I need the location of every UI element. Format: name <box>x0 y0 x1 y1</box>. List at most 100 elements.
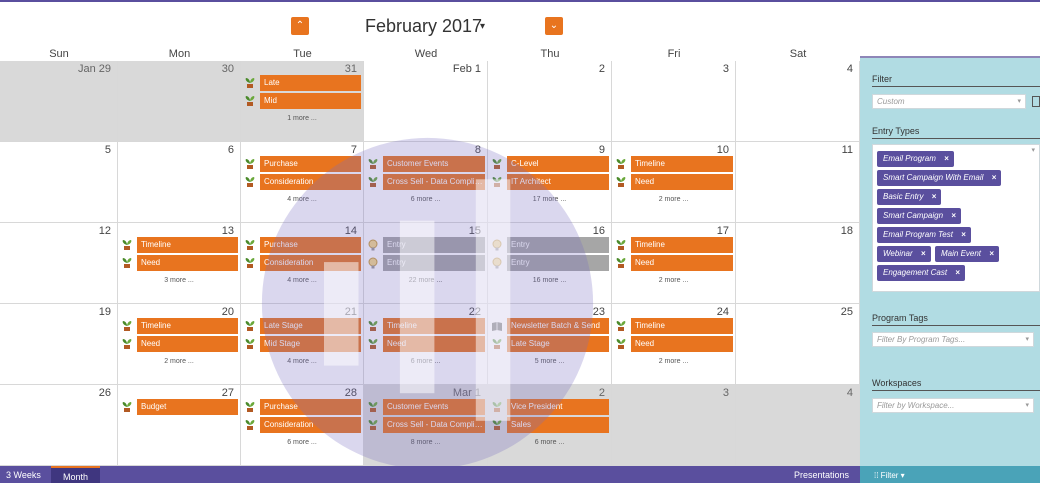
calendar-entry[interactable]: Need <box>366 336 485 352</box>
calendar-entry-label[interactable]: Timeline <box>631 156 733 172</box>
day-cell[interactable]: 26 <box>0 385 118 466</box>
remove-tag-icon[interactable]: × <box>944 151 949 167</box>
calendar-entry[interactable]: Timeline <box>366 318 485 334</box>
calendar-entry[interactable]: C-Level <box>490 156 609 172</box>
remove-tag-icon[interactable]: × <box>992 170 997 186</box>
more-entries-link[interactable]: 1 more ... <box>241 115 363 122</box>
remove-tag-icon[interactable]: × <box>989 246 994 262</box>
day-cell[interactable]: 17 Timeline Need 2 more ... <box>612 223 736 304</box>
day-cell[interactable]: 12 <box>0 223 118 304</box>
save-filter-icon[interactable] <box>1032 96 1040 107</box>
day-cell[interactable]: 8 Customer Events Cross Sell - Data Compli… <box>364 142 488 223</box>
filter-select[interactable]: Custom ▾ <box>872 94 1026 109</box>
panel-footer-filter-button[interactable]: ⁞⁞ Filter ▾ <box>874 471 905 480</box>
calendar-entry[interactable]: Budget <box>120 399 238 415</box>
calendar-entry[interactable]: Late Stage <box>490 336 609 352</box>
day-cell[interactable]: Feb 1 <box>364 61 488 142</box>
calendar-entry[interactable]: Timeline <box>120 318 238 334</box>
calendar-entry[interactable]: Need <box>614 255 733 271</box>
day-cell[interactable]: 6 <box>118 142 241 223</box>
calendar-entry[interactable]: Need <box>614 174 733 190</box>
more-entries-link[interactable]: 6 more ... <box>364 196 487 203</box>
remove-tag-icon[interactable]: × <box>932 189 937 205</box>
calendar-entry-label[interactable]: Need <box>383 336 485 352</box>
calendar-entry[interactable]: Timeline <box>614 237 733 253</box>
calendar-entry[interactable]: Sales <box>490 417 609 433</box>
day-cell[interactable]: 2 Vice President Sales 6 more ... <box>488 385 612 466</box>
calendar-entry[interactable]: Consideration <box>243 417 361 433</box>
calendar-entry[interactable]: Newsletter Batch & Send <box>490 318 609 334</box>
calendar-entry-label[interactable]: Need <box>631 255 733 271</box>
calendar-entry-label[interactable]: Consideration <box>260 174 361 190</box>
day-cell[interactable]: 19 <box>0 304 118 385</box>
prev-month-button[interactable]: ⌃ <box>291 17 309 35</box>
more-entries-link[interactable]: 22 more ... <box>364 277 487 284</box>
day-cell[interactable]: 31 Late Mid 1 more ... <box>241 61 364 142</box>
more-entries-link[interactable]: 4 more ... <box>241 277 363 284</box>
more-entries-link[interactable]: 2 more ... <box>612 196 735 203</box>
more-entries-link[interactable]: 3 more ... <box>118 277 240 284</box>
day-cell[interactable]: 3 <box>612 61 736 142</box>
calendar-entry-label[interactable]: Need <box>631 336 733 352</box>
calendar-entry-label[interactable]: Timeline <box>383 318 485 334</box>
calendar-entry[interactable]: Mid Stage <box>243 336 361 352</box>
calendar-entry[interactable]: Purchase <box>243 156 361 172</box>
calendar-entry-label[interactable]: Timeline <box>631 237 733 253</box>
calendar-entry-label[interactable]: Timeline <box>137 318 238 334</box>
calendar-entry-label[interactable]: Purchase <box>260 237 361 253</box>
more-entries-link[interactable]: 6 more ... <box>488 439 611 446</box>
calendar-entry[interactable]: Need <box>120 336 238 352</box>
calendar-entry[interactable]: Purchase <box>243 399 361 415</box>
more-entries-link[interactable]: 8 more ... <box>364 439 487 446</box>
calendar-entry-label[interactable]: C-Level <box>507 156 609 172</box>
day-cell[interactable]: 2 <box>488 61 612 142</box>
day-cell[interactable]: 14 Purchase Consideration 4 more ... <box>241 223 364 304</box>
day-cell[interactable]: 24 Timeline Need 2 more ... <box>612 304 736 385</box>
calendar-entry-label[interactable]: Late <box>260 75 361 91</box>
entry-types-multiselect[interactable]: ▾ Email Program × Smart Campaign With Emai… <box>872 144 1040 292</box>
more-entries-link[interactable]: 4 more ... <box>241 358 363 365</box>
day-cell[interactable]: 30 <box>118 61 241 142</box>
calendar-entry[interactable]: Customer Events <box>366 156 485 172</box>
calendar-entry-label[interactable]: Sales <box>507 417 609 433</box>
day-cell[interactable]: 20 Timeline Need 2 more ... <box>118 304 241 385</box>
more-entries-link[interactable]: 2 more ... <box>612 358 735 365</box>
remove-tag-icon[interactable]: × <box>961 227 966 243</box>
day-cell[interactable]: 25 <box>736 304 860 385</box>
calendar-entry-label[interactable]: Mid Stage <box>260 336 361 352</box>
day-cell[interactable]: 7 Purchase Consideration 4 more ... <box>241 142 364 223</box>
calendar-entry-label[interactable]: Timeline <box>137 237 238 253</box>
calendar-entry-label[interactable]: Entry <box>383 237 485 253</box>
remove-tag-icon[interactable]: × <box>951 208 956 224</box>
calendar-entry[interactable]: Entry <box>366 237 485 253</box>
calendar-entry-label[interactable]: Need <box>137 255 238 271</box>
more-entries-link[interactable]: 6 more ... <box>241 439 363 446</box>
remove-tag-icon[interactable]: × <box>955 265 960 281</box>
day-cell[interactable]: 22 Timeline Need 6 more ... <box>364 304 488 385</box>
calendar-entry[interactable]: Consideration <box>243 174 361 190</box>
day-cell[interactable]: 4 <box>736 385 860 466</box>
calendar-entry-label[interactable]: IT Architect <box>507 174 609 190</box>
more-entries-link[interactable]: 17 more ... <box>488 196 611 203</box>
presentations-button[interactable]: Presentations <box>794 470 849 480</box>
day-cell[interactable]: 28 Purchase Consideration 6 more ... <box>241 385 364 466</box>
day-cell[interactable]: 3 <box>612 385 736 466</box>
calendar-entry-label[interactable]: Mid <box>260 93 361 109</box>
calendar-entry[interactable]: Late <box>243 75 361 91</box>
calendar-entry[interactable]: Consideration <box>243 255 361 271</box>
calendar-entry[interactable]: Entry <box>490 255 609 271</box>
calendar-entry-label[interactable]: Purchase <box>260 399 361 415</box>
calendar-entry[interactable]: Customer Events <box>366 399 485 415</box>
calendar-entry-label[interactable]: Late Stage <box>260 318 361 334</box>
day-cell[interactable]: 5 <box>0 142 118 223</box>
calendar-entry[interactable]: Mid <box>243 93 361 109</box>
calendar-entry-label[interactable]: Purchase <box>260 156 361 172</box>
day-cell[interactable]: Mar 1 Customer Events Cross Sell - Data Co… <box>364 385 488 466</box>
caret-down-icon[interactable]: ▾ <box>480 21 485 32</box>
day-cell[interactable]: Jan 29 <box>0 61 118 142</box>
day-cell[interactable]: 10 Timeline Need 2 more ... <box>612 142 736 223</box>
more-entries-link[interactable]: 5 more ... <box>488 358 611 365</box>
day-cell[interactable]: 21 Late Stage Mid Stage 4 more ... <box>241 304 364 385</box>
calendar-entry-label[interactable]: Customer Events <box>383 156 485 172</box>
next-month-button[interactable]: ⌄ <box>545 17 563 35</box>
